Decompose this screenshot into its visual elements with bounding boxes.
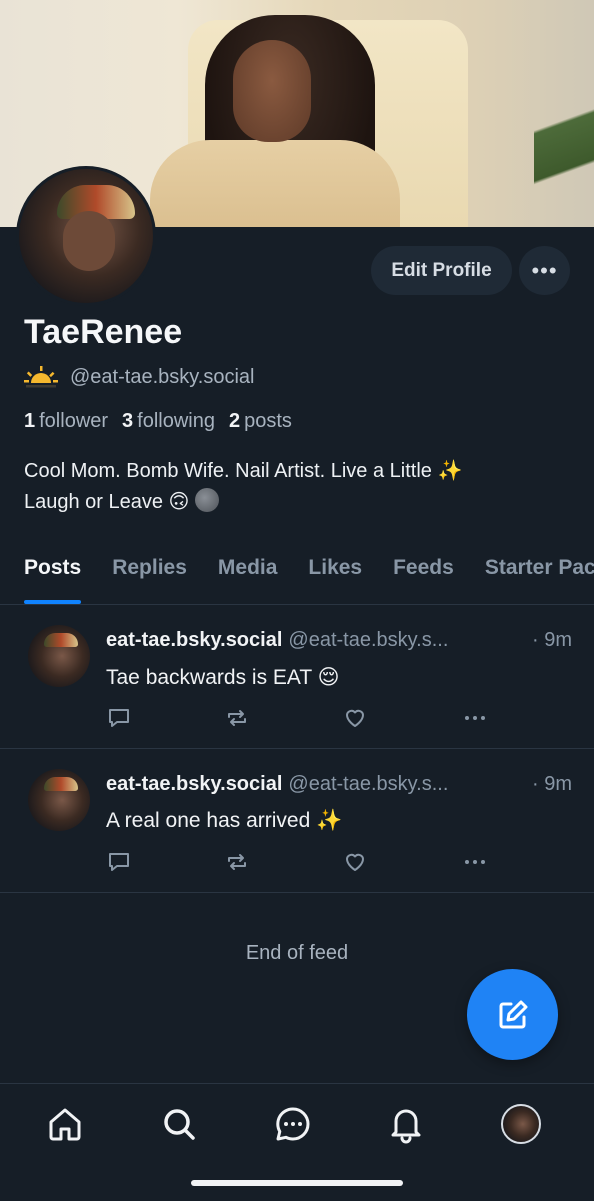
following-stat[interactable]: 3 following [122,410,215,433]
compose-icon [499,1000,527,1028]
repost-icon[interactable] [224,705,250,731]
post-time: · 9m [532,629,572,651]
home-indicator[interactable] [191,1180,403,1186]
profile-bio: Cool Mom. Bomb Wife. Nail Artist. Live a… [24,456,574,518]
post-time: · 9m [532,773,572,795]
reply-icon[interactable] [106,705,132,731]
bio-line-2: Laugh or Leave 🙃 [24,487,574,518]
nav-home[interactable] [45,1104,85,1144]
search-icon [164,1109,195,1140]
post-handle: @eat-tae.bsky.s... [288,773,449,795]
post-author[interactable]: eat-tae.bsky.social [106,629,282,652]
nav-chat[interactable] [273,1104,313,1144]
tab-likes[interactable]: Likes [292,540,377,604]
profile-handle: @eat-tae.bsky.social [70,365,255,388]
profile-tabs: Posts Replies Media Likes Feeds Starter … [0,540,594,605]
feed-post[interactable]: eat-tae.bsky.social @eat-tae.bsky.s... ·… [0,749,594,893]
tab-replies[interactable]: Replies [96,540,202,604]
edit-profile-button[interactable]: Edit Profile [371,246,512,295]
tab-starter-packs[interactable]: Starter Packs [469,540,594,604]
post-header: eat-tae.bsky.social @eat-tae.bsky.s... ·… [106,629,572,652]
post-actions [106,705,496,731]
post-actions [106,849,496,875]
end-of-feed-label: End of feed [245,942,349,964]
nav-search[interactable] [159,1104,199,1144]
tab-posts[interactable]: Posts [0,540,96,604]
post-avatar[interactable] [28,769,90,831]
sunrise-icon [24,366,58,388]
handle-row: @eat-tae.bsky.social [24,365,254,389]
profile-avatar[interactable] [16,166,156,306]
repost-icon[interactable] [224,849,250,875]
more-icon[interactable] [462,705,488,731]
heart-icon[interactable] [342,705,368,731]
post-header: eat-tae.bsky.social @eat-tae.bsky.s... ·… [106,773,572,796]
post-handle: @eat-tae.bsky.s... [288,629,449,651]
nav-profile-avatar[interactable] [501,1104,541,1144]
tab-media[interactable]: Media [202,540,293,604]
tab-feeds[interactable]: Feeds [377,540,469,604]
chat-icon [276,1107,310,1141]
nav-notifications[interactable] [386,1104,426,1144]
post-avatar[interactable] [28,625,90,687]
more-icon[interactable] [462,849,488,875]
profile-more-button[interactable]: ••• [519,246,570,295]
compose-button[interactable] [467,969,558,1060]
posts-stat: 2 posts [229,410,292,432]
post-text: A real one has arrived ✨ [106,809,343,832]
bell-icon [391,1109,421,1144]
reply-icon[interactable] [106,849,132,875]
feed-post[interactable]: eat-tae.bsky.social @eat-tae.bsky.s... ·… [0,605,594,749]
profile-stats: 1 follower 3 following 2 posts [24,410,292,433]
new-moon-emoji-icon [194,488,219,512]
post-author[interactable]: eat-tae.bsky.social [106,773,282,796]
display-name: TaeRenee [24,313,183,351]
bio-line-1: Cool Mom. Bomb Wife. Nail Artist. Live a… [24,460,463,482]
heart-icon[interactable] [342,849,368,875]
followers-stat[interactable]: 1 follower [24,410,108,433]
post-text: Tae backwards is EAT 😌 [106,666,340,689]
home-icon [49,1108,81,1141]
